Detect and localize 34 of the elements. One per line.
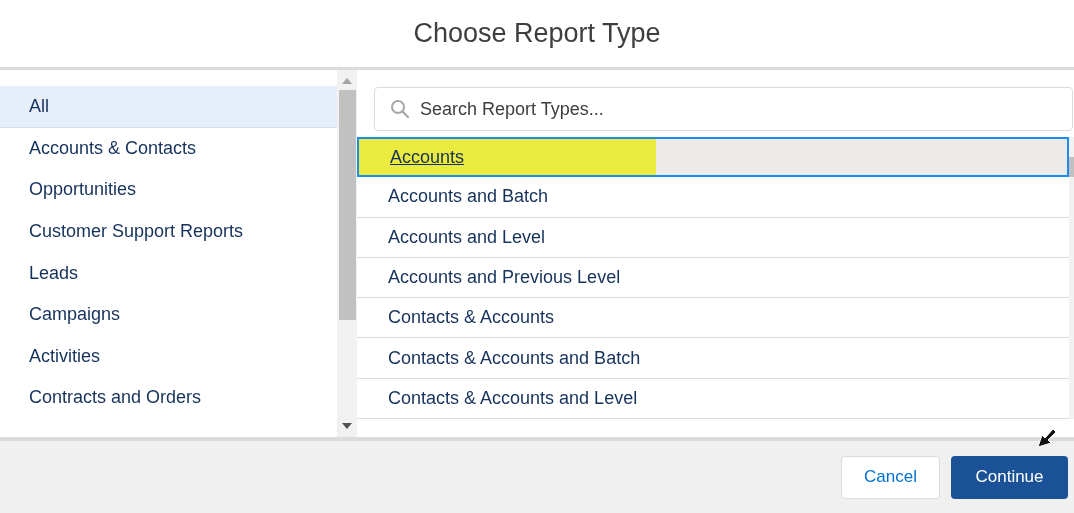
category-item[interactable]: Campaigns xyxy=(0,293,337,336)
scrollbar[interactable] xyxy=(1069,137,1074,420)
report-type-label: Contacts & Accounts xyxy=(387,306,555,330)
category-item[interactable]: Contracts and Orders xyxy=(0,377,337,419)
scroll-up-icon[interactable] xyxy=(342,78,352,84)
dialog-title: Choose Report Type xyxy=(413,17,661,51)
category-item[interactable]: Customer Support Reports xyxy=(0,210,337,253)
category-item[interactable]: Accounts & Contacts xyxy=(0,127,337,170)
search-icon xyxy=(390,99,410,119)
scroll-down-icon[interactable] xyxy=(342,423,352,429)
report-type-label: Contacts & Accounts and Batch xyxy=(387,346,641,370)
category-item[interactable]: Activities xyxy=(0,335,337,378)
cursor-icon xyxy=(1036,427,1058,449)
report-type-row[interactable]: Accounts and Batch xyxy=(357,177,1069,218)
report-type-row[interactable]: Contacts & Accounts xyxy=(357,298,1069,339)
search-field[interactable]: Search Report Types... xyxy=(374,87,1073,131)
scrollbar[interactable] xyxy=(337,70,357,437)
report-type-row[interactable]: Accounts and Level xyxy=(357,217,1069,258)
category-item[interactable]: All xyxy=(0,86,337,128)
report-type-label: Accounts and Batch xyxy=(387,185,549,209)
continue-button[interactable]: Continue xyxy=(951,455,1068,499)
scrollbar-thumb[interactable] xyxy=(338,90,356,320)
report-type-label: Accounts and Previous Level xyxy=(387,266,621,290)
report-type-row[interactable]: Contacts & Accounts and Batch xyxy=(357,338,1069,379)
report-type-label: Contacts & Accounts and Level xyxy=(387,386,638,410)
category-item[interactable]: Leads xyxy=(0,252,337,294)
report-type-row[interactable]: Contacts & Accounts and Level xyxy=(357,378,1069,420)
report-type-row[interactable]: Accounts and Previous Level xyxy=(357,257,1069,299)
scrollbar-thumb[interactable] xyxy=(1069,157,1074,177)
report-type-row[interactable]: Accounts xyxy=(357,137,1069,178)
category-item[interactable]: Opportunities xyxy=(0,169,337,211)
report-type-label: Accounts xyxy=(359,139,656,176)
report-type-label: Accounts and Level xyxy=(387,225,546,249)
cancel-button[interactable]: Cancel xyxy=(841,455,940,499)
